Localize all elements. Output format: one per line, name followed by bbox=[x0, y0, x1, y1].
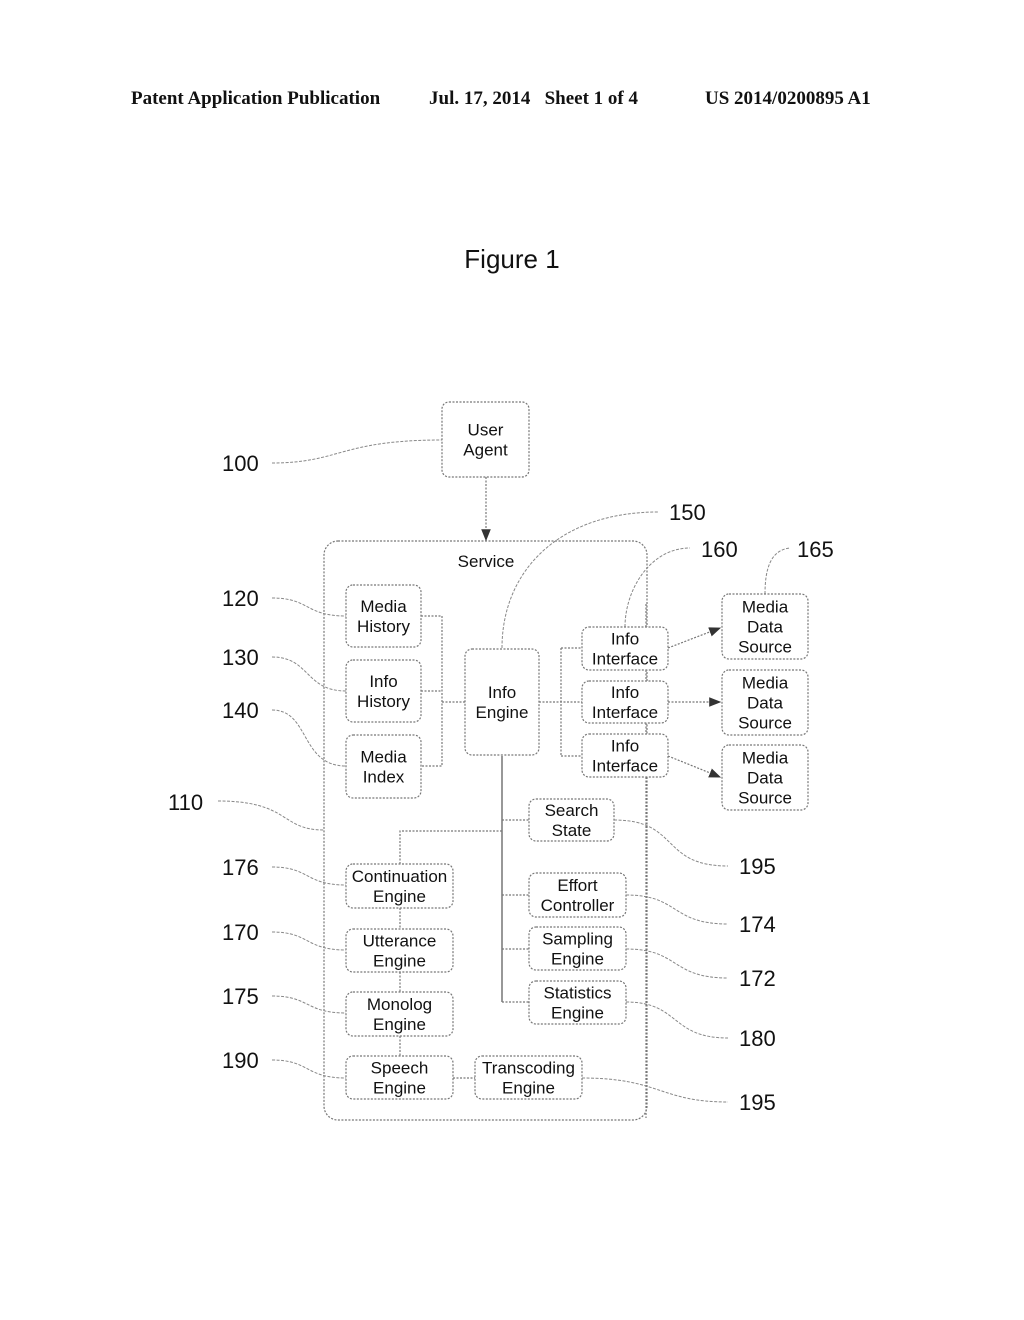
info-engine-box: InfoEngine bbox=[464, 648, 540, 756]
ref-numeral-sampling-engine: 172 bbox=[739, 966, 776, 991]
leader-110 bbox=[217, 800, 325, 831]
user-agent-box: UserAgent bbox=[441, 401, 530, 478]
media-data-source-1-label: Source bbox=[738, 638, 792, 657]
continuation-engine-label: Engine bbox=[373, 887, 426, 906]
info-interface-1-label: Interface bbox=[592, 650, 658, 669]
info-history-rect bbox=[345, 659, 422, 723]
speech-engine-label: Speech bbox=[371, 1059, 429, 1078]
statistics-engine-label: Statistics bbox=[543, 984, 611, 1003]
transcoding-engine-label: Transcoding bbox=[482, 1059, 575, 1078]
ref-numeral-utterance-engine: 170 bbox=[222, 920, 259, 945]
continuation-engine-label: Continuation bbox=[352, 867, 447, 886]
info-history-box: InfoHistory bbox=[345, 659, 422, 723]
media-data-source-3-box: MediaDataSource bbox=[721, 744, 809, 811]
user-agent-label: Agent bbox=[463, 441, 508, 460]
info-interface-1-label: Info bbox=[611, 630, 639, 649]
media-data-source-2-label: Source bbox=[738, 714, 792, 733]
ref-numeral-monolog-engine: 175 bbox=[222, 984, 259, 1009]
media-history-rect bbox=[345, 584, 422, 648]
statistics-engine-label: Engine bbox=[551, 1004, 604, 1023]
ref-numeral-media-history: 120 bbox=[222, 586, 259, 611]
monolog-engine-box: MonologEngine bbox=[345, 991, 454, 1037]
media-history-label: History bbox=[357, 617, 410, 636]
search-state-label: State bbox=[552, 821, 592, 840]
ref-numeral-speech-engine: 190 bbox=[222, 1048, 259, 1073]
ref-numeral-statistics-engine: 180 bbox=[739, 1026, 776, 1051]
media-index-label: Index bbox=[363, 768, 405, 787]
media-data-source-2-box: MediaDataSource bbox=[721, 669, 809, 736]
monolog-engine-label: Engine bbox=[373, 1015, 426, 1034]
media-data-source-3-label: Data bbox=[747, 769, 783, 788]
info-interface-3-label: Info bbox=[611, 737, 639, 756]
ref-numeral-info-history: 130 bbox=[222, 645, 259, 670]
media-data-source-2-label: Data bbox=[747, 694, 783, 713]
utterance-engine-box: UtteranceEngine bbox=[345, 928, 454, 973]
info-interface-3-box: InfoInterface bbox=[581, 733, 669, 778]
transcoding-engine-label: Engine bbox=[502, 1079, 555, 1098]
utterance-engine-label: Engine bbox=[373, 952, 426, 971]
interface-3-arrow bbox=[667, 755, 722, 778]
media-history-label: Media bbox=[360, 597, 407, 616]
media-history-box: MediaHistory bbox=[345, 584, 422, 648]
info-history-label: History bbox=[357, 692, 410, 711]
info-engine-label: Info bbox=[488, 683, 516, 702]
effort-controller-label: Controller bbox=[541, 896, 615, 915]
search-state-box: SearchState bbox=[528, 798, 615, 842]
ref-numeral-user-agent: 100 bbox=[222, 451, 259, 476]
monolog-engine-label: Monolog bbox=[367, 995, 432, 1014]
info-interface-1-box: InfoInterface bbox=[581, 626, 669, 671]
interface-1-arrow bbox=[667, 627, 722, 649]
ref-numeral-search-state: 195 bbox=[739, 854, 776, 879]
media-index-label: Media bbox=[360, 748, 407, 767]
system-diagram: UserAgentMediaHistoryInfoHistoryMediaInd… bbox=[168, 401, 834, 1121]
media-index-box: MediaIndex bbox=[345, 734, 422, 799]
info-interface-3-label: Interface bbox=[592, 757, 658, 776]
user-agent-label: User bbox=[468, 421, 504, 440]
media-data-source-1-box: MediaDataSource bbox=[721, 593, 809, 660]
search-state-label: Search bbox=[545, 801, 599, 820]
sampling-engine-label: Engine bbox=[551, 950, 604, 969]
ref-numeral-effort-controller: 174 bbox=[739, 912, 776, 937]
media-data-source-1-label: Media bbox=[742, 598, 789, 617]
media-data-source-3-label: Source bbox=[738, 789, 792, 808]
continuation-engine-box: ContinuationEngine bbox=[345, 863, 454, 909]
info-engine-label: Engine bbox=[476, 703, 529, 722]
speech-engine-label: Engine bbox=[373, 1079, 426, 1098]
ref-numeral-media-data-source: 165 bbox=[797, 537, 834, 562]
ref-numeral-transcoding-engine: 195 bbox=[739, 1090, 776, 1115]
ref-numeral-info-engine: 150 bbox=[669, 500, 706, 525]
info-history-label: Info bbox=[369, 672, 397, 691]
ref-numeral-service: 110 bbox=[168, 790, 203, 815]
ref-numeral-media-index: 140 bbox=[222, 698, 259, 723]
sampling-engine-label: Sampling bbox=[542, 930, 613, 949]
ref-numeral-continuation-engine: 176 bbox=[222, 855, 259, 880]
info-engine-rect bbox=[464, 648, 540, 756]
transcoding-engine-box: TranscodingEngine bbox=[474, 1055, 583, 1100]
effort-controller-box: EffortController bbox=[528, 872, 627, 918]
media-data-source-1-label: Data bbox=[747, 618, 783, 637]
media-index-rect bbox=[345, 734, 422, 799]
statistics-engine-box: StatisticsEngine bbox=[528, 980, 627, 1025]
info-interface-2-label: Interface bbox=[592, 703, 658, 722]
speech-engine-box: SpeechEngine bbox=[345, 1055, 454, 1100]
utterance-engine-label: Utterance bbox=[363, 932, 437, 951]
leader-100 bbox=[271, 439, 443, 464]
info-interface-2-box: InfoInterface bbox=[581, 680, 669, 724]
effort-controller-label: Effort bbox=[557, 876, 598, 895]
info-interface-2-label: Info bbox=[611, 683, 639, 702]
ref-numeral-info-interface: 160 bbox=[701, 537, 738, 562]
leader-165 bbox=[764, 547, 791, 595]
user-agent-rect bbox=[441, 401, 530, 478]
sampling-engine-box: SamplingEngine bbox=[528, 926, 627, 971]
media-data-source-3-label: Media bbox=[742, 749, 789, 768]
media-data-source-2-label: Media bbox=[742, 674, 789, 693]
service-label: Service bbox=[458, 552, 515, 571]
